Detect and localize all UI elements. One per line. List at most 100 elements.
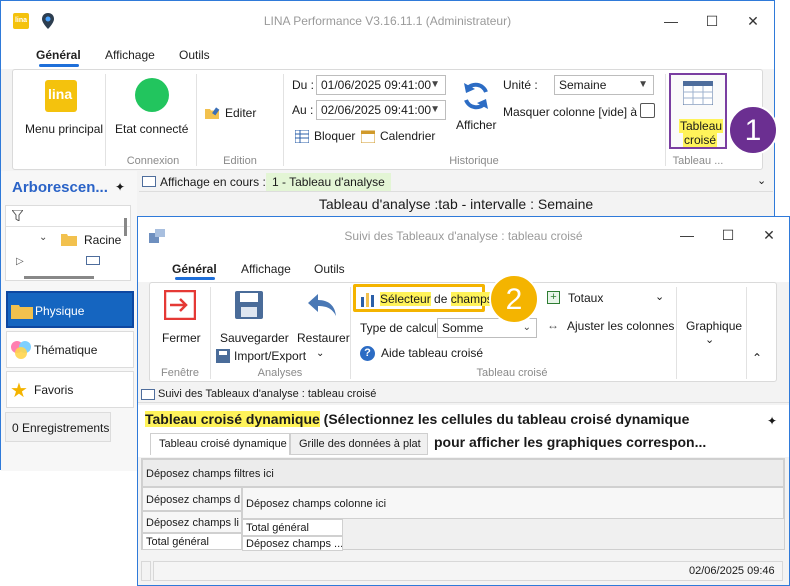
color-circles-icon bbox=[10, 340, 32, 360]
tab-grille-donnees[interactable]: Grille des données à plat bbox=[290, 433, 428, 455]
folder-icon bbox=[61, 233, 77, 246]
fermer-button[interactable]: Fermer bbox=[152, 287, 208, 357]
fermer-label: Fermer bbox=[162, 331, 201, 345]
status-main-pane: 02/06/2025 09:46 bbox=[153, 561, 783, 581]
tableau-croise-label-line2: croisé bbox=[683, 133, 718, 147]
affichage-value[interactable]: 1 - Tableau d'analyse bbox=[266, 173, 391, 191]
pivot-ribbon-tabs: Général Affichage Outils bbox=[138, 255, 789, 282]
import-export-button[interactable]: Import/Export ⌄ bbox=[214, 347, 324, 365]
folder-edit-icon bbox=[205, 107, 220, 120]
close-button[interactable]: ✕ bbox=[755, 223, 783, 247]
totaux-button[interactable]: + Totaux ⌄ bbox=[547, 289, 667, 307]
ribbon-separator bbox=[283, 74, 284, 166]
pin-icon[interactable]: ✦ bbox=[115, 180, 125, 194]
tab-outils[interactable]: Outils bbox=[179, 48, 210, 62]
bloquer-button[interactable]: Bloquer bbox=[295, 128, 357, 146]
nav-item-physique[interactable]: Physique bbox=[6, 291, 134, 328]
drop-data-zone[interactable]: Déposez champs d bbox=[142, 487, 242, 511]
etat-connecte-button[interactable]: Etat connecté bbox=[109, 74, 197, 146]
au-label: Au : bbox=[292, 103, 314, 117]
ribbon-separator bbox=[105, 74, 106, 166]
type-calcul-label: Type de calcul : bbox=[360, 321, 444, 335]
maximize-button[interactable]: ☐ bbox=[698, 9, 726, 33]
chevron-down-icon: ⌄ bbox=[655, 291, 665, 303]
nav-item-thematique[interactable]: Thématique bbox=[6, 331, 134, 368]
restaurer-label: Restaurer bbox=[297, 331, 350, 345]
ribbon-separator bbox=[665, 74, 666, 166]
pivot-breadcrumb-bar: Suivi des Tableaux d'analyse : tableau c… bbox=[138, 385, 789, 403]
chevron-right-icon[interactable]: ▷ bbox=[16, 256, 24, 267]
main-ribbon: lina Menu principal Etat connecté Connex… bbox=[12, 69, 763, 170]
chevron-down-icon[interactable]: ▼ bbox=[430, 101, 440, 119]
ajuster-colonnes-button[interactable]: ↔ Ajuster les colonnes bbox=[547, 317, 677, 335]
chevron-down-icon[interactable]: ▼ bbox=[638, 76, 648, 94]
tab-outils[interactable]: Outils bbox=[314, 262, 345, 276]
help-icon: ? bbox=[360, 346, 375, 361]
affichage-bar: Affichage en cours : 1 - Tableau d'analy… bbox=[139, 172, 773, 192]
pivot-title-continued: pour afficher les graphiques correspon..… bbox=[434, 434, 707, 450]
du-date-field[interactable]: 01/06/2025 09:41:00 ▼ bbox=[316, 75, 446, 95]
chevron-down-icon[interactable]: ⌄ bbox=[757, 174, 766, 187]
du-label: Du : bbox=[292, 78, 315, 92]
selecteur-champs-button[interactable]: Sélecteur de champs bbox=[353, 284, 493, 312]
afficher-button[interactable]: Afficher bbox=[451, 76, 501, 144]
calendar-icon bbox=[361, 129, 375, 143]
tab-tableau-croise-dynamique[interactable]: Tableau croisé dynamique bbox=[150, 433, 290, 455]
aide-tableau-croise-button[interactable]: ? Aide tableau croisé bbox=[360, 345, 483, 363]
breadcrumb: Suivi des Tableaux d'analyse : tableau c… bbox=[158, 388, 377, 400]
drop-data-cell[interactable]: Déposez champs ... bbox=[242, 536, 343, 551]
scrollbar[interactable] bbox=[124, 218, 127, 236]
group-fenetre-label: Fenêtre bbox=[161, 367, 199, 379]
group-connexion-label: Connexion bbox=[126, 155, 180, 167]
au-date-field[interactable]: 02/06/2025 09:41:00 ▼ bbox=[316, 100, 446, 120]
tab-affichage[interactable]: Affichage bbox=[105, 48, 155, 62]
collapse-ribbon-button[interactable]: ⌃ bbox=[752, 351, 762, 365]
filter-icon[interactable] bbox=[12, 210, 23, 221]
totaux-label: Totaux bbox=[568, 291, 604, 305]
drop-row-zone[interactable]: Déposez champs li bbox=[142, 511, 242, 533]
minimize-button[interactable]: — bbox=[657, 9, 685, 33]
tab-affichage[interactable]: Affichage bbox=[241, 262, 291, 276]
group-analyses-label: Analyses bbox=[257, 367, 303, 379]
arborescence-title: Arborescen... bbox=[12, 179, 108, 196]
tableau-croise-button[interactable]: Tableau croisé bbox=[669, 73, 727, 149]
close-button[interactable]: ✕ bbox=[739, 9, 767, 33]
selecteur-champs-label: Sélecteur de champs bbox=[380, 292, 493, 306]
pivot-status-bar: 02/06/2025 09:46 bbox=[138, 558, 789, 585]
star-icon: ★ bbox=[10, 380, 28, 402]
editer-button[interactable]: Editer bbox=[205, 104, 267, 124]
total-general-row-header: Total général bbox=[142, 533, 242, 550]
menu-principal-button[interactable]: lina Menu principal bbox=[17, 74, 105, 146]
minimize-button[interactable]: — bbox=[673, 223, 701, 247]
pivot-title-rest: (Sélectionnez les cellules du tableau cr… bbox=[319, 411, 690, 427]
hscrollbar[interactable] bbox=[24, 276, 94, 279]
pivot-title: Tableau croisé dynamique (Sélectionnez l… bbox=[145, 411, 689, 427]
nav-item-thematique-label: Thématique bbox=[34, 343, 98, 357]
tab-general[interactable]: Général bbox=[36, 48, 81, 62]
sauvegarder-label: Sauvegarder bbox=[220, 331, 289, 345]
ribbon-separator bbox=[196, 74, 197, 166]
save-icon bbox=[234, 290, 264, 320]
group-tableau-label: Tableau ... bbox=[672, 155, 724, 167]
maximize-button[interactable]: ☐ bbox=[714, 223, 742, 247]
tab-active-indicator bbox=[39, 64, 79, 67]
unite-select[interactable]: Semaine ▼ bbox=[554, 75, 654, 95]
drop-column-zone[interactable]: Déposez champs colonne ici bbox=[242, 487, 784, 519]
de-word: de bbox=[430, 292, 451, 306]
ribbon-separator bbox=[746, 287, 747, 379]
chevron-down-icon[interactable]: ▼ bbox=[430, 76, 440, 94]
status-left-pane bbox=[141, 561, 151, 581]
callout-badge-1: 1 bbox=[728, 105, 778, 155]
pin-icon[interactable]: ✦ bbox=[767, 414, 777, 428]
chevron-down-icon[interactable]: ⌄ bbox=[39, 232, 47, 243]
masquer-colonne-checkbox[interactable] bbox=[640, 103, 655, 118]
nav-item-favoris[interactable]: ★ Favoris bbox=[6, 371, 134, 408]
tab-general[interactable]: Général bbox=[172, 262, 217, 276]
tree-root-label[interactable]: Racine bbox=[84, 233, 121, 247]
graphique-button[interactable]: Graphique ⌄ bbox=[680, 313, 742, 353]
drop-filters-zone[interactable]: Déposez champs filtres ici bbox=[142, 459, 784, 487]
calendrier-button[interactable]: Calendrier bbox=[361, 128, 441, 146]
pivot-window: Suivi des Tableaux d'analyse : tableau c… bbox=[137, 216, 790, 586]
pivot-title-highlight: Tableau croisé dynamique bbox=[145, 411, 320, 427]
ribbon-separator bbox=[210, 287, 211, 379]
